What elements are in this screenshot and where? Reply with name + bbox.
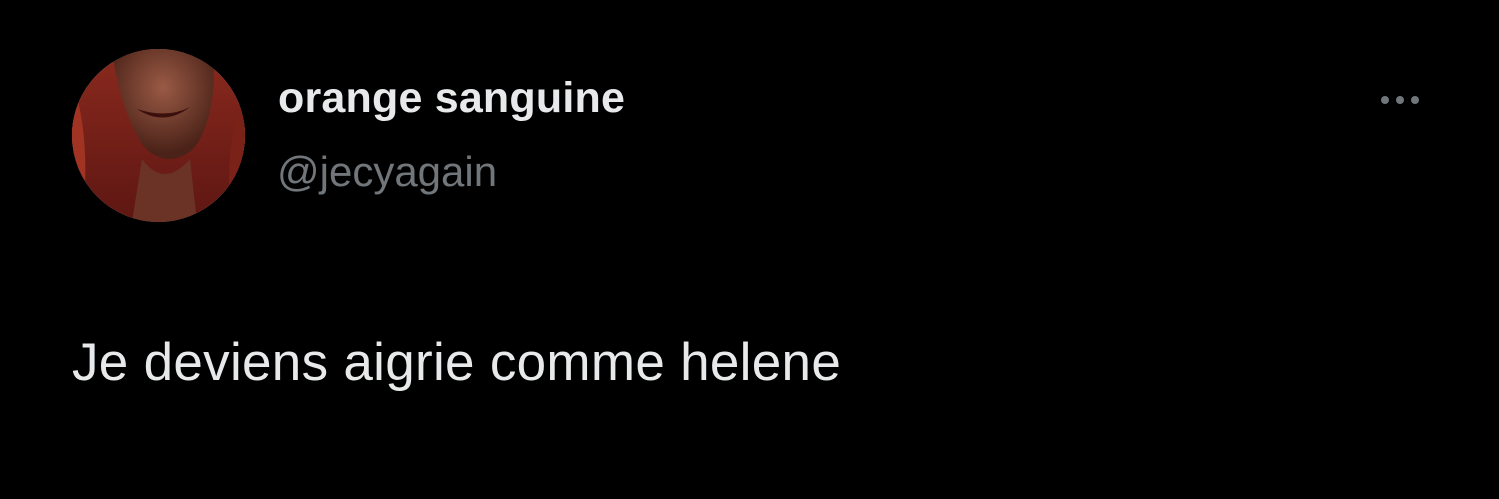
author-handle[interactable]: @jecyagain <box>277 148 497 196</box>
more-options-button[interactable] <box>1368 84 1432 116</box>
author-display-name[interactable]: orange sanguine <box>278 74 625 123</box>
avatar[interactable] <box>72 49 245 222</box>
more-options-icon <box>1381 96 1419 104</box>
tweet-text: Je deviens aigrie comme helene <box>72 333 842 392</box>
tweet-card: orange sanguine @jecyagain Je deviens ai… <box>0 0 1499 499</box>
profile-photo-icon <box>72 49 245 222</box>
